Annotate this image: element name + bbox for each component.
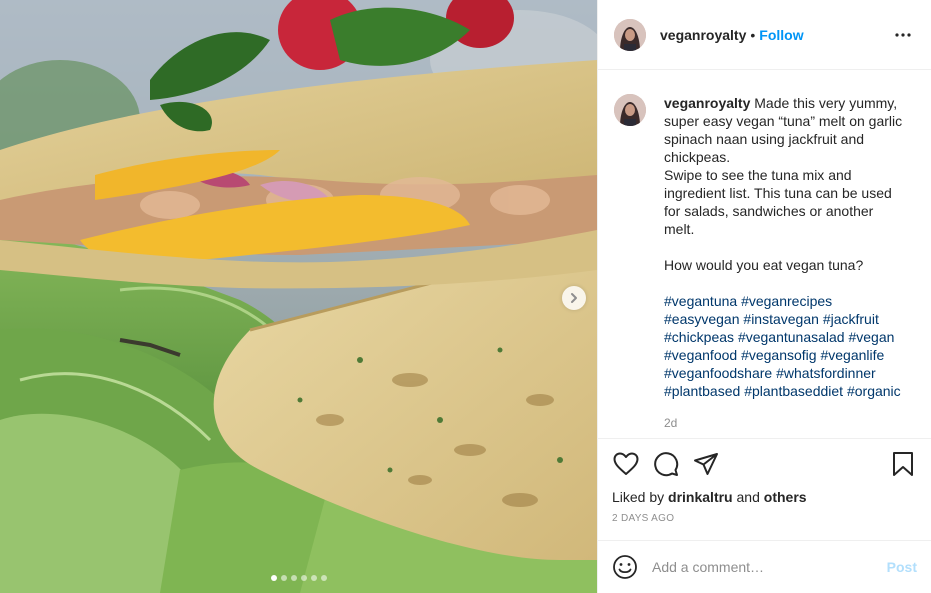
hashtag-link[interactable]: #instavegan <box>743 311 819 327</box>
post-date[interactable]: 2 DAYS AGO <box>612 513 917 540</box>
carousel-indicator <box>0 575 597 581</box>
header-username[interactable]: veganroyalty <box>660 27 746 43</box>
caption-line: Swipe to see the tuna mix and <box>664 167 852 183</box>
caption-line: chickpeas. <box>664 149 731 165</box>
comment-form: Post <box>598 540 931 593</box>
hashtag-link[interactable]: #veganfood <box>664 347 737 363</box>
post-media[interactable] <box>0 0 597 593</box>
caption-username[interactable]: veganroyalty <box>664 95 750 111</box>
avatar-image <box>614 18 646 51</box>
caption-line: melt. <box>664 221 695 237</box>
hashtag-link[interactable]: #veganfoodshare <box>664 365 772 381</box>
hashtag-link[interactable]: #whatsfordinner <box>776 365 876 381</box>
hashtag-line: #veganfoodshare #whatsfordinner <box>664 364 910 382</box>
comment-button[interactable] <box>652 450 680 478</box>
hashtag-link[interactable]: #vegansofig <box>741 347 817 363</box>
hashtag-line: #chickpeas #vegantunasalad #vegan <box>664 328 910 346</box>
carousel-dot <box>310 575 317 581</box>
hashtag-link[interactable]: #veganrecipes <box>741 293 832 309</box>
heart-icon <box>613 452 639 475</box>
caption-line: for salads, sandwiches or another <box>664 203 874 219</box>
liked-others-link[interactable]: others <box>764 489 807 505</box>
post-comment-button[interactable]: Post <box>887 559 917 575</box>
header-separator: • <box>750 26 756 43</box>
carousel-dot <box>300 575 307 581</box>
liked-prefix: Liked by <box>612 489 665 505</box>
comment-icon <box>654 452 679 477</box>
hashtag-link[interactable]: #vegantunasalad <box>738 329 845 345</box>
hashtag-link[interactable]: #plantbased <box>664 383 740 399</box>
more-options-button[interactable] <box>891 23 915 47</box>
hashtag-line: #plantbased #plantbaseddiet #organic <box>664 382 910 400</box>
hashtag-link[interactable]: #veganlife <box>820 347 884 363</box>
post-photo <box>0 0 597 593</box>
caption-line: super easy vegan “tuna” melt on garlic <box>664 113 903 129</box>
hashtag-line: #veganfood #vegansofig #veganlife <box>664 346 910 364</box>
comment-input[interactable] <box>652 559 887 575</box>
hashtag-link[interactable]: #chickpeas <box>664 329 734 345</box>
avatar-image <box>614 94 646 126</box>
hashtag-line: #vegantuna #veganrecipes <box>664 292 910 310</box>
caption-age[interactable]: 2d <box>664 414 910 432</box>
action-icons <box>612 449 917 479</box>
hashtag-link[interactable]: #plantbaseddiet <box>744 383 843 399</box>
follow-button[interactable]: Follow <box>759 27 803 43</box>
carousel-dot <box>320 575 327 581</box>
likes-summary: Liked by drinkaltru and others <box>612 489 917 505</box>
hashtag-link[interactable]: #vegantuna <box>664 293 737 309</box>
carousel-dot <box>270 575 277 581</box>
share-button[interactable] <box>692 450 720 478</box>
caption-area: veganroyalty Made this very yummy, super… <box>598 70 931 438</box>
caption-text: veganroyalty Made this very yummy, super… <box>664 94 910 432</box>
like-button[interactable] <box>612 450 640 478</box>
caption-question: How would you eat vegan tuna? <box>664 257 864 273</box>
save-button[interactable] <box>889 450 917 478</box>
post-actions: Liked by drinkaltru and others 2 DAYS AG… <box>598 438 931 540</box>
bookmark-icon <box>893 452 913 476</box>
emoji-icon[interactable] <box>612 554 638 580</box>
chevron-right-icon <box>571 293 577 303</box>
hashtag-link[interactable]: #organic <box>847 383 901 399</box>
hashtag-line: #easyvegan #instavegan #jackfruit <box>664 310 910 328</box>
carousel-dot <box>290 575 297 581</box>
hashtag-link[interactable]: #vegan <box>848 329 894 345</box>
carousel-dot <box>280 575 287 581</box>
caption-line: veganroyalty Made this very yummy, <box>664 94 910 112</box>
avatar[interactable] <box>614 18 646 51</box>
caption-line-text: Made this very yummy, <box>754 95 898 111</box>
hashtag-link[interactable]: #easyvegan <box>664 311 740 327</box>
caption-line: ingredient list. This tuna can be used <box>664 185 892 201</box>
liked-and: and <box>736 489 760 505</box>
caption-avatar[interactable] <box>614 94 646 126</box>
liked-user-link[interactable]: drinkaltru <box>668 489 733 505</box>
hashtag-link[interactable]: #jackfruit <box>823 311 879 327</box>
post-header: veganroyalty • Follow <box>598 0 931 70</box>
caption: veganroyalty Made this very yummy, super… <box>614 94 915 432</box>
more-horizontal-icon <box>895 32 911 37</box>
next-slide-button[interactable] <box>562 286 586 310</box>
instagram-post: veganroyalty • Follow veganroyalty Made … <box>0 0 931 593</box>
post-sidebar: veganroyalty • Follow veganroyalty Made … <box>597 0 931 593</box>
share-icon <box>694 453 718 475</box>
caption-line: spinach naan using jackfruit and <box>664 131 865 147</box>
